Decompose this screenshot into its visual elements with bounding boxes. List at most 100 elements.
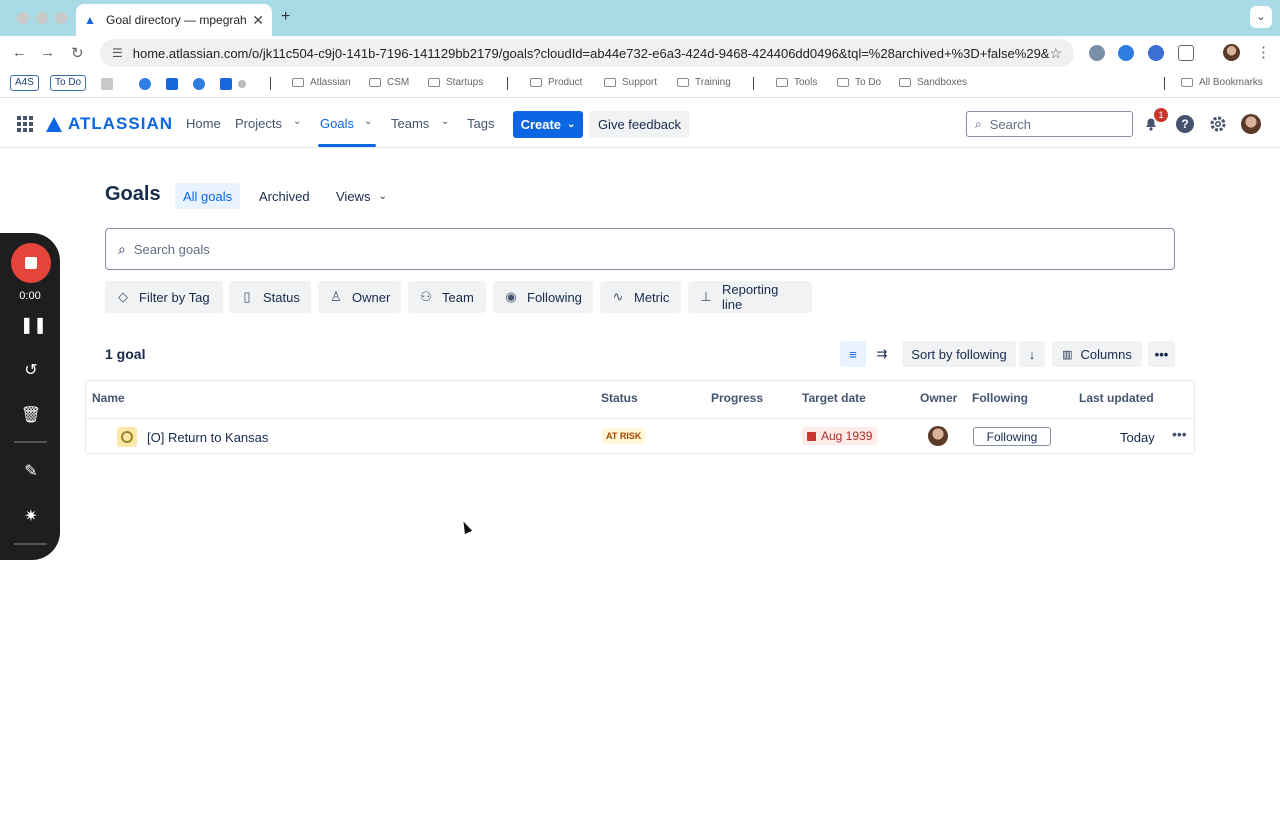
bookmark-folder[interactable]: To Do xyxy=(837,77,881,88)
people-icon: ⚇ xyxy=(420,289,432,304)
columns-button[interactable]: ▥ Columns xyxy=(1052,341,1142,367)
zoom-window-dot[interactable] xyxy=(55,12,67,24)
atlassian-logo-icon xyxy=(46,116,62,132)
restart-icon[interactable]: ↺ xyxy=(20,360,42,382)
minimize-window-dot[interactable] xyxy=(36,12,48,24)
reload-icon[interactable]: ↻ xyxy=(71,44,84,62)
bookmark-folder[interactable]: Tools xyxy=(776,77,817,88)
list-view-icon[interactable]: ≡ xyxy=(840,341,866,367)
goal-target-icon xyxy=(117,427,137,447)
url-field[interactable]: ☰ home.atlassian.com/o/jk11c504-c9j0-141… xyxy=(100,39,1074,67)
bookmark-folder[interactable]: Support xyxy=(604,77,657,88)
column-header-owner[interactable]: Owner xyxy=(920,391,957,405)
owner-avatar[interactable] xyxy=(928,426,948,446)
row-more-options-icon[interactable]: ••• xyxy=(1172,426,1187,442)
tab-all-goals[interactable]: All goals xyxy=(175,183,241,209)
bookmark-icon[interactable] xyxy=(166,78,178,90)
hierarchy-view-icon[interactable]: ⇉ xyxy=(869,341,895,367)
bookmark-chip[interactable]: To Do xyxy=(50,75,87,91)
tag-icon: ◇ xyxy=(118,289,128,304)
browser-profile-avatar[interactable] xyxy=(1223,44,1240,61)
forward-icon[interactable]: → xyxy=(40,44,55,61)
bookmark-separator xyxy=(753,77,754,90)
column-header-last-updated[interactable]: Last updated xyxy=(1079,391,1154,405)
give-feedback-button[interactable]: Give feedback xyxy=(589,111,690,138)
bookmark-icon[interactable] xyxy=(220,78,232,90)
column-header-progress[interactable]: Progress xyxy=(711,391,763,405)
nav-tags[interactable]: Tags xyxy=(467,116,494,131)
bookmark-folder[interactable]: CSM xyxy=(369,77,409,88)
bookmark-folder[interactable]: Startups xyxy=(428,77,483,88)
filter-reporting-line-button[interactable]: ⊥ Reporting line xyxy=(688,281,812,313)
filter-following-button[interactable]: ◉ Following xyxy=(493,281,593,313)
trash-icon[interactable]: 🗑 xyxy=(20,405,42,427)
bookmark-chip[interactable]: A4S xyxy=(10,75,39,91)
following-toggle-button[interactable]: Following xyxy=(973,427,1051,446)
help-icon[interactable]: ? xyxy=(1176,115,1194,133)
app-switcher-icon[interactable] xyxy=(17,116,33,132)
bookmark-folder[interactable]: Atlassian xyxy=(292,77,351,88)
tab-search-icon[interactable]: ⌄ xyxy=(1250,6,1272,28)
filter-by-tag-button[interactable]: ◇ Filter by Tag xyxy=(105,281,223,313)
nav-goals[interactable]: Goals xyxy=(320,116,354,131)
back-icon[interactable]: ← xyxy=(12,44,27,61)
chevron-down-icon[interactable]: ⌄ xyxy=(364,116,372,127)
user-avatar[interactable] xyxy=(1241,114,1261,134)
effects-icon[interactable]: ✷ xyxy=(20,506,42,528)
browser-menu-icon[interactable]: ⋮ xyxy=(1256,43,1271,61)
goal-name-link[interactable]: [O] Return to Kansas xyxy=(147,430,268,445)
extension-icon[interactable] xyxy=(1148,45,1164,61)
site-info-icon[interactable]: ☰ xyxy=(112,46,123,60)
active-nav-indicator xyxy=(318,144,376,147)
bookmark-separator xyxy=(507,77,508,90)
search-goals-input[interactable]: ⌕ Search goals xyxy=(105,228,1175,270)
extension-icon[interactable] xyxy=(1118,45,1134,61)
close-window-dot[interactable] xyxy=(17,12,29,24)
folder-icon xyxy=(530,78,542,87)
chevron-down-icon[interactable]: ⌄ xyxy=(293,116,301,127)
bookmark-folder[interactable]: Product xyxy=(530,77,582,88)
stop-recording-button[interactable] xyxy=(11,243,51,283)
bookmark-icon[interactable] xyxy=(139,78,151,90)
global-search-input[interactable]: ⌕ Search xyxy=(966,111,1133,137)
settings-gear-icon[interactable] xyxy=(1209,115,1227,133)
sort-direction-arrow-icon[interactable]: ↓ xyxy=(1019,341,1045,367)
all-bookmarks[interactable]: All Bookmarks xyxy=(1181,77,1263,88)
bookmark-star-icon[interactable]: ☆ xyxy=(1049,45,1062,62)
close-tab-icon[interactable]: ✕ xyxy=(252,12,264,29)
tab-archived[interactable]: Archived xyxy=(251,183,318,209)
chevron-down-icon: ⌄ xyxy=(567,119,576,130)
bookmark-separator xyxy=(270,77,271,90)
filter-status-button[interactable]: ▯ Status xyxy=(229,281,311,313)
browser-tab[interactable]: ▲ Goal directory — mpegraham ✕ xyxy=(76,4,272,36)
pause-icon[interactable]: ❚❚ xyxy=(20,315,47,337)
bookmark-folder[interactable]: Sandboxes xyxy=(899,77,967,88)
pencil-icon[interactable]: ✎ xyxy=(20,461,42,483)
bookmark-icon[interactable] xyxy=(238,80,246,88)
column-header-name[interactable]: Name xyxy=(92,391,125,405)
create-button[interactable]: Create ⌄ xyxy=(513,111,583,138)
filter-team-button[interactable]: ⚇ Team xyxy=(408,281,486,313)
filter-metric-button[interactable]: ∿ Metric xyxy=(600,281,681,313)
column-header-target-date[interactable]: Target date xyxy=(802,391,866,405)
bookmark-folder[interactable]: Training xyxy=(677,77,731,88)
atlassian-logo[interactable]: ATLASSIAN xyxy=(46,114,173,134)
column-header-status[interactable]: Status xyxy=(601,391,638,405)
extension-icon[interactable] xyxy=(1089,45,1105,61)
apps-grid-icon[interactable] xyxy=(101,78,113,90)
nav-home[interactable]: Home xyxy=(186,116,221,131)
extensions-puzzle-icon[interactable] xyxy=(1178,45,1194,61)
notification-count-badge: 1 xyxy=(1154,108,1168,122)
tab-views[interactable]: Views ⌄ xyxy=(328,183,395,209)
calendar-icon xyxy=(807,431,816,441)
column-header-following[interactable]: Following xyxy=(972,391,1028,405)
new-tab-icon[interactable]: + xyxy=(281,8,290,26)
sort-by-button[interactable]: Sort by following xyxy=(902,341,1016,367)
nav-teams[interactable]: Teams xyxy=(391,116,429,131)
more-options-icon[interactable]: ••• xyxy=(1148,341,1175,367)
table-header-divider xyxy=(86,418,1194,419)
filter-owner-button[interactable]: ♙ Owner xyxy=(318,281,401,313)
bookmark-icon[interactable] xyxy=(193,78,205,90)
nav-projects[interactable]: Projects xyxy=(235,116,282,131)
chevron-down-icon[interactable]: ⌄ xyxy=(441,116,449,127)
